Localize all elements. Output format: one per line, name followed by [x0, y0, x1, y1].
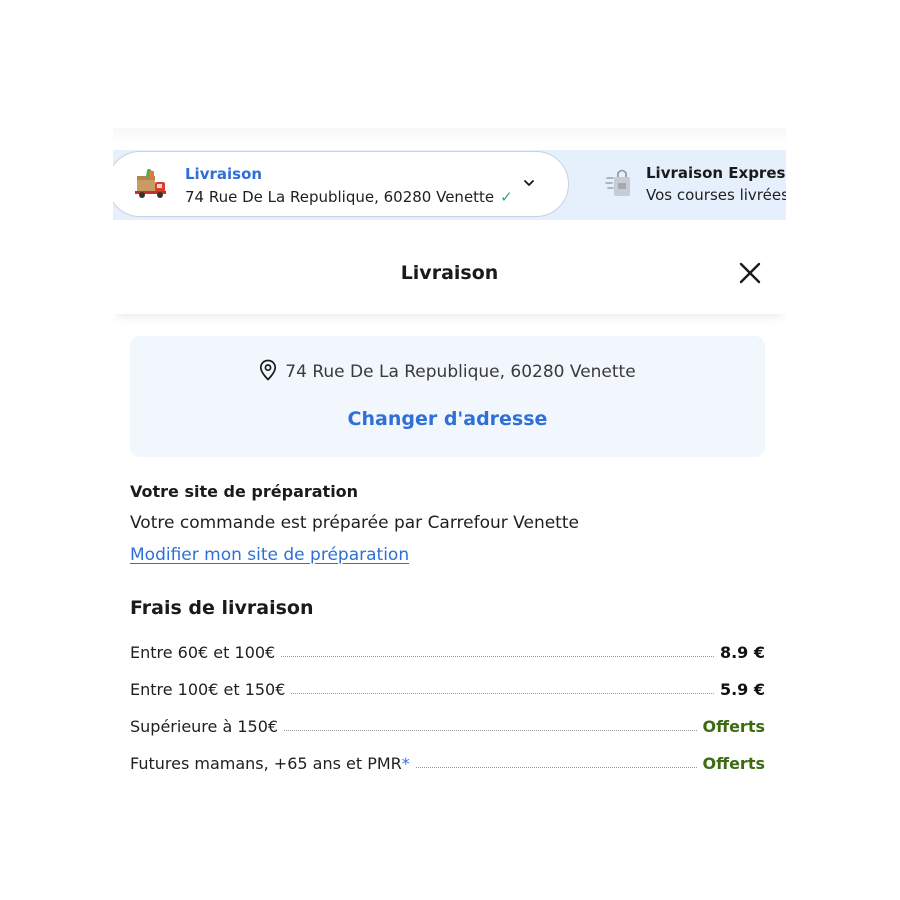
express-bag-icon: [605, 169, 630, 196]
fee-label-text: Futures mamans, +65 ans et PMR: [130, 754, 402, 773]
fee-dotted-leader: [281, 655, 714, 657]
fee-row: Entre 100€ et 150€ 5.9 €: [130, 675, 765, 699]
pmr-footnote-star[interactable]: *: [402, 754, 410, 773]
fee-row: Entre 60€ et 100€ 8.9 €: [130, 638, 765, 662]
fee-row: Futures mamans, +65 ans et PMR* Offerts: [130, 749, 765, 773]
delivery-mode-strip: Livraison 74 Rue De La Republique, 60280…: [113, 150, 786, 220]
modify-preparation-site-link[interactable]: Modifier mon site de préparation: [130, 545, 409, 565]
fee-label-text: Entre 60€ et 100€: [130, 643, 276, 662]
address-line: 74 Rue De La Republique, 60280 Venette: [130, 359, 765, 382]
preparation-site-title: Votre site de préparation: [130, 482, 359, 501]
fee-row: Supérieure à 150€ Offerts: [130, 712, 765, 736]
delivery-truck-icon: [135, 168, 166, 198]
change-address-link[interactable]: Changer d'adresse: [130, 408, 765, 430]
fee-dotted-leader: [415, 766, 697, 768]
fee-value-free: Offerts: [702, 754, 765, 773]
top-shade: [113, 128, 786, 144]
fee-label: Futures mamans, +65 ans et PMR*: [130, 754, 410, 773]
fee-label-text: Entre 100€ et 150€: [130, 680, 286, 699]
fee-label: Entre 60€ et 100€: [130, 643, 275, 662]
chevron-down-icon[interactable]: [522, 178, 536, 188]
address-text: 74 Rue De La Republique, 60280 Venette: [285, 362, 636, 382]
fee-value-free: Offerts: [702, 717, 765, 736]
location-pin-icon: [260, 359, 277, 381]
address-box: 74 Rue De La Republique, 60280 Venette C…: [130, 336, 765, 457]
check-icon: ✓: [500, 188, 513, 206]
close-icon[interactable]: [737, 260, 763, 286]
preparation-site-text: Votre commande est préparée par Carrefou…: [130, 513, 579, 533]
fee-label: Supérieure à 150€: [130, 717, 278, 736]
app-frame: Livraison 74 Rue De La Republique, 60280…: [113, 128, 786, 778]
delivery-address-text: 74 Rue De La Republique, 60280 Venette: [185, 188, 495, 206]
fee-dotted-leader: [284, 729, 697, 731]
delivery-mode-title: Livraison: [185, 165, 263, 183]
delivery-fees-title: Frais de livraison: [130, 597, 314, 619]
fee-dotted-leader: [291, 692, 714, 694]
fee-label: Entre 100€ et 150€: [130, 680, 285, 699]
fee-value: 5.9 €: [719, 680, 765, 699]
express-delivery-subtitle: Vos courses livrées: [646, 186, 786, 204]
delivery-selector-pill[interactable]: Livraison 74 Rue De La Republique, 60280…: [113, 151, 569, 217]
express-delivery-title[interactable]: Livraison Express: [646, 164, 786, 182]
modal-header: Livraison: [113, 230, 786, 314]
modal-title: Livraison: [400, 262, 499, 284]
fee-value: 8.9 €: [719, 643, 765, 662]
delivery-address: 74 Rue De La Republique, 60280 Venette ✓: [185, 188, 513, 206]
fee-label-text: Supérieure à 150€: [130, 717, 279, 736]
